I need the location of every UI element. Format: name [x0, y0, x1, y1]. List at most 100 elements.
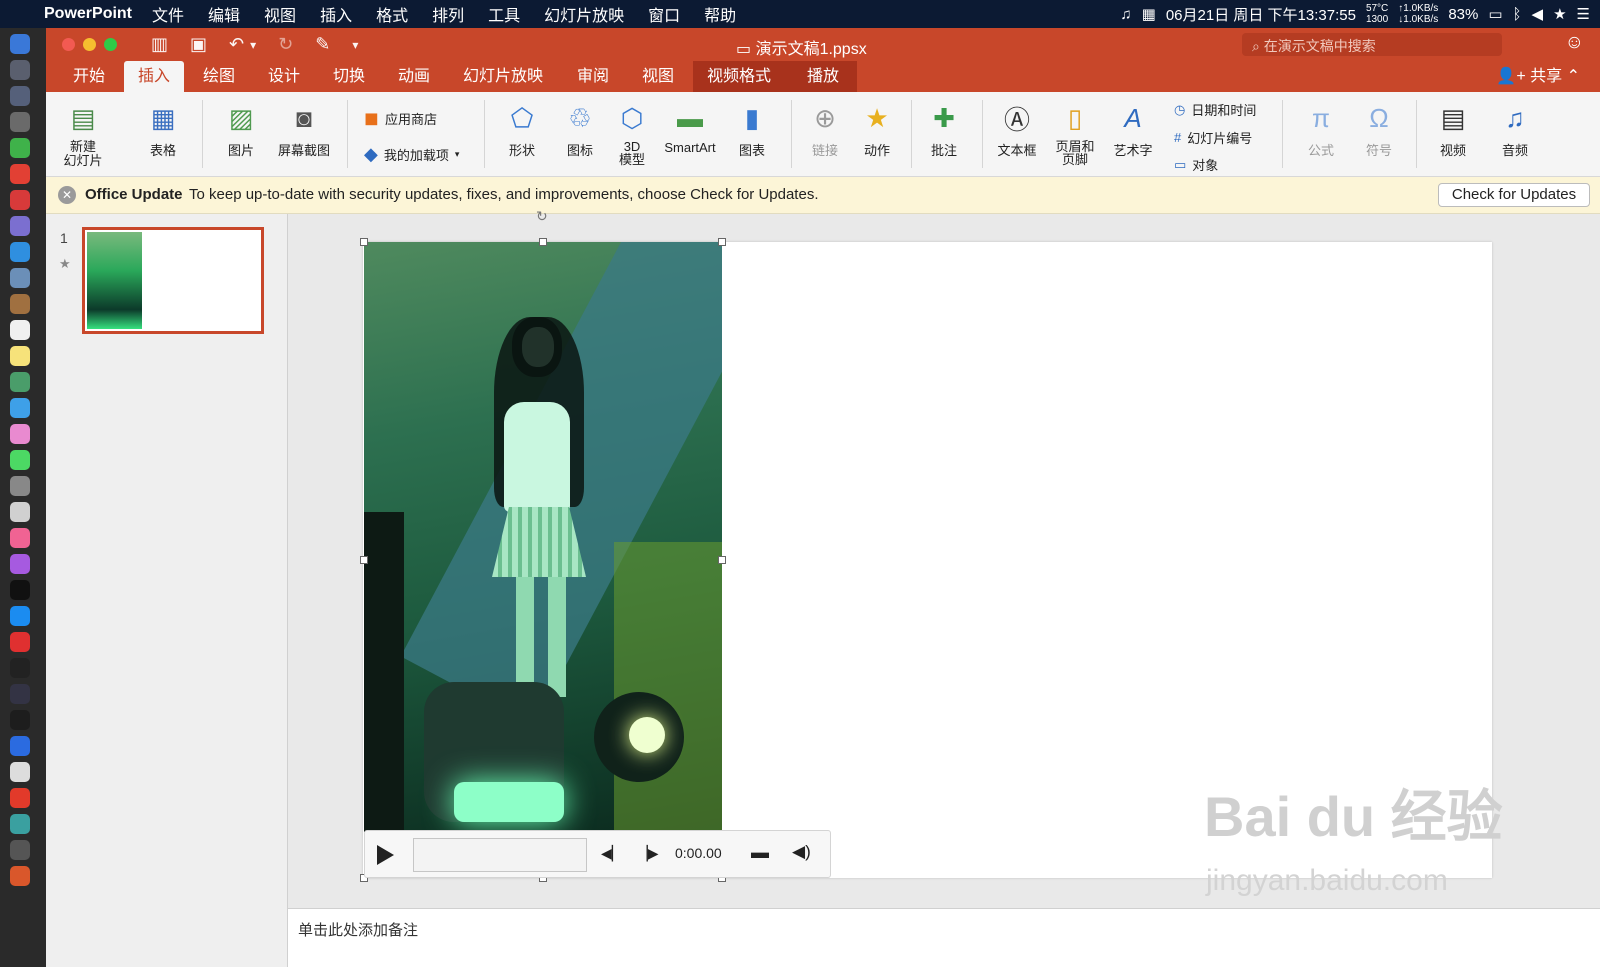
audio-button[interactable]: ♫ 音频 — [1490, 100, 1540, 159]
wordart-button[interactable]: A 艺术字 — [1108, 100, 1158, 159]
resize-handle[interactable] — [718, 238, 726, 246]
appstore-icon[interactable] — [10, 606, 30, 626]
tab-transitions[interactable]: 切换 — [319, 61, 379, 92]
app-light-icon[interactable] — [10, 762, 30, 782]
tv-icon[interactable] — [10, 580, 30, 600]
activity-icon[interactable] — [10, 684, 30, 704]
tab-review[interactable]: 审阅 — [563, 61, 623, 92]
save-icon[interactable]: ▣ — [190, 34, 207, 55]
slide-number-button[interactable]: # 幻灯片编号 — [1174, 128, 1252, 147]
dismiss-update-icon[interactable]: ✕ — [58, 186, 76, 204]
rocket-icon[interactable] — [10, 112, 30, 132]
finder-icon[interactable] — [10, 34, 30, 54]
rotate-handle-icon[interactable]: ↻ — [536, 208, 548, 225]
link-button[interactable]: ⊕ 链接 — [802, 100, 848, 159]
notes-pane[interactable]: 单击此处添加备注 — [288, 908, 1600, 967]
resize-handle[interactable] — [360, 556, 368, 564]
chrome-icon[interactable] — [10, 164, 30, 184]
app-blue-icon[interactable] — [10, 736, 30, 756]
symbol-button[interactable]: Ω 符号 — [1354, 100, 1404, 159]
calendar-dock-icon[interactable] — [10, 320, 30, 340]
close-window-button[interactable] — [62, 38, 75, 51]
share-button[interactable]: 👤+ 共享 ⌃ — [1496, 61, 1580, 92]
menu-help[interactable]: 帮助 — [704, 2, 736, 26]
volume-control-icon[interactable]: ◀) — [792, 842, 811, 862]
screenshot-button[interactable]: ◙ 屏幕截图 — [274, 100, 334, 159]
clapper-icon[interactable] — [10, 840, 30, 860]
list-icon[interactable]: ☰ — [1577, 5, 1590, 23]
action-button[interactable]: ★ 动作 — [854, 100, 900, 159]
datetime-button[interactable]: ◷ 日期和时间 — [1174, 100, 1256, 119]
video-button[interactable]: ▤ 视频 — [1428, 100, 1478, 159]
captions-icon[interactable]: ▬ — [751, 842, 769, 863]
textbox-button[interactable]: Ⓐ 文本框 — [992, 100, 1042, 159]
store-button[interactable]: ◼ 应用商店 — [364, 108, 437, 129]
app-red-icon[interactable] — [10, 190, 30, 210]
vivaldi-icon[interactable] — [10, 632, 30, 652]
equation-button[interactable]: π 公式 — [1296, 100, 1346, 159]
photos-icon[interactable] — [10, 424, 30, 444]
tab-view[interactable]: 视图 — [628, 61, 688, 92]
facetime-icon[interactable] — [10, 450, 30, 470]
resize-handle[interactable] — [718, 556, 726, 564]
customize-icon[interactable]: ✎ — [315, 34, 330, 55]
chart-button[interactable]: ▮ 图表 — [728, 100, 776, 159]
podcasts-icon[interactable] — [10, 554, 30, 574]
battery-icon[interactable]: ▭ — [1488, 5, 1502, 23]
check-for-updates-button[interactable]: Check for Updates — [1438, 183, 1590, 207]
object-button[interactable]: ▭ 对象 — [1174, 155, 1218, 174]
star-icon[interactable]: ★ — [1553, 5, 1566, 23]
menu-arrange[interactable]: 排列 — [432, 2, 464, 26]
notes-brown-icon[interactable] — [10, 294, 30, 314]
redo-icon[interactable]: ↻ — [278, 34, 293, 55]
menu-app-name[interactable]: PowerPoint — [44, 5, 132, 23]
icons-button[interactable]: ♲ 图标 — [556, 100, 604, 159]
tab-design[interactable]: 设计 — [254, 61, 314, 92]
volume-icon[interactable]: ◀ — [1532, 5, 1544, 23]
terminal-icon[interactable] — [10, 658, 30, 678]
undo-icon[interactable]: ↶ — [229, 34, 244, 55]
music-icon[interactable]: ♫ — [1120, 6, 1131, 23]
table-button[interactable]: ▦ 表格 — [138, 100, 188, 159]
app-teal-icon[interactable] — [10, 814, 30, 834]
header-footer-button[interactable]: ▯ 页眉和 页脚 — [1050, 100, 1100, 167]
picture-button[interactable]: ▨ 图片 — [216, 100, 266, 159]
console-icon[interactable] — [10, 710, 30, 730]
video-progress-track[interactable] — [413, 838, 587, 872]
tab-draw[interactable]: 绘图 — [189, 61, 249, 92]
keynote-icon[interactable] — [10, 502, 30, 522]
app-purple-icon[interactable] — [10, 216, 30, 236]
feedback-smile-icon[interactable]: ☺ — [1565, 32, 1584, 54]
collapse-ribbon-icon[interactable]: ⌃ — [1567, 68, 1580, 85]
zoom-window-button[interactable] — [104, 38, 117, 51]
maps-icon[interactable] — [10, 372, 30, 392]
tab-playback[interactable]: 播放 — [793, 61, 857, 92]
tab-animations[interactable]: 动画 — [384, 61, 444, 92]
menubar-datetime[interactable]: 06月21日 周日 下午13:37:55 — [1166, 4, 1356, 25]
more-commands-icon[interactable]: ▾ — [352, 38, 358, 52]
resize-handle[interactable] — [360, 238, 368, 246]
sidebar-toggle-icon[interactable]: ▥ — [151, 34, 168, 55]
battery-percent[interactable]: 83% — [1448, 6, 1478, 23]
menu-edit[interactable]: 编辑 — [208, 2, 240, 26]
tab-slideshow[interactable]: 幻灯片放映 — [449, 61, 557, 92]
preview-icon[interactable] — [10, 268, 30, 288]
menu-file[interactable]: 文件 — [152, 2, 184, 26]
messages-icon[interactable] — [10, 398, 30, 418]
menu-tools[interactable]: 工具 — [488, 2, 520, 26]
menu-format[interactable]: 格式 — [376, 2, 408, 26]
netease-icon[interactable] — [10, 788, 30, 808]
step-back-icon[interactable]: ◀▏ — [601, 845, 623, 862]
new-slide-button[interactable]: ▤ 新建 幻灯片 — [58, 100, 108, 168]
launchpad-icon[interactable] — [10, 86, 30, 106]
my-addins-button[interactable]: ◆ 我的加载项 ▾ — [364, 144, 459, 165]
calendar-icon[interactable]: ▦ — [1142, 5, 1156, 23]
resize-handle[interactable] — [539, 238, 547, 246]
tab-insert[interactable]: 插入 — [124, 61, 185, 92]
menu-window[interactable]: 窗口 — [648, 2, 680, 26]
powerpoint-dock-icon[interactable] — [10, 866, 30, 886]
smartart-button[interactable]: ▬ SmartArt — [658, 100, 722, 156]
step-forward-icon[interactable]: ▕▶ — [637, 845, 659, 862]
notes-icon[interactable] — [10, 346, 30, 366]
bluetooth-icon[interactable]: ᛒ — [1513, 6, 1522, 23]
